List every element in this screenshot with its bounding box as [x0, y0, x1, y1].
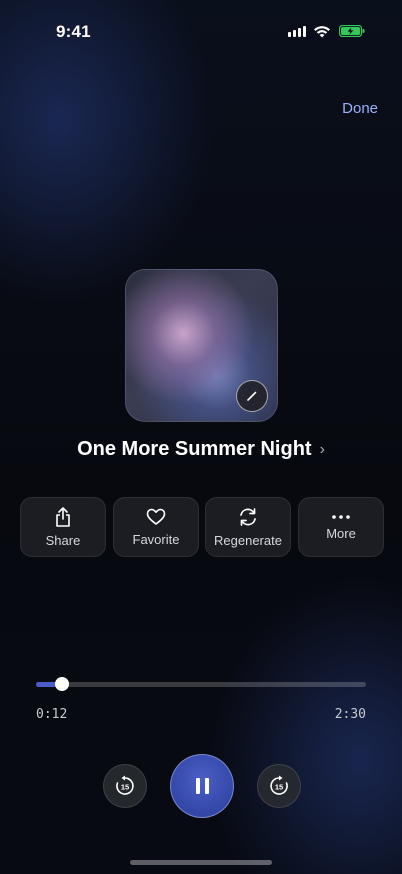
wifi-icon: [314, 26, 330, 38]
pencil-icon: [247, 391, 257, 401]
skip-back-button[interactable]: 15: [103, 764, 147, 808]
svg-text:15: 15: [121, 783, 129, 792]
total-time: 2:30: [334, 707, 366, 722]
favorite-button[interactable]: Favorite: [113, 497, 199, 557]
more-button[interactable]: More: [298, 497, 384, 557]
edit-artwork-button[interactable]: [236, 380, 268, 412]
status-bar: 9:41: [0, 0, 402, 60]
done-button[interactable]: Done: [342, 100, 378, 117]
cellular-signal-icon: [288, 26, 306, 37]
favorite-label: Favorite: [132, 531, 180, 547]
more-icon: [332, 514, 350, 519]
home-indicator[interactable]: [130, 860, 272, 865]
heart-icon: [146, 508, 166, 525]
pause-button[interactable]: [170, 754, 234, 818]
svg-text:15: 15: [275, 783, 283, 792]
regenerate-button[interactable]: Regenerate: [205, 497, 291, 557]
share-button[interactable]: Share: [20, 497, 106, 557]
progress-slider[interactable]: [36, 677, 366, 691]
elapsed-time: 0:12: [36, 707, 68, 722]
regenerate-label: Regenerate: [214, 532, 282, 548]
skip-forward-15-icon: 15: [270, 775, 288, 795]
pause-icon: [195, 778, 209, 794]
track-title: One More Summer Night: [77, 438, 312, 460]
skip-back-15-icon: 15: [116, 775, 134, 795]
share-label: Share: [45, 532, 81, 548]
status-time: 9:41: [56, 22, 91, 41]
chevron-right-icon: ›: [319, 441, 325, 458]
track-title-row[interactable]: One More Summer Night ›: [0, 438, 402, 461]
background: [0, 0, 402, 874]
regenerate-icon: [240, 507, 256, 526]
skip-forward-button[interactable]: 15: [257, 764, 301, 808]
share-icon: [56, 506, 70, 527]
more-label: More: [326, 525, 356, 541]
battery-charging-icon: [339, 25, 365, 37]
